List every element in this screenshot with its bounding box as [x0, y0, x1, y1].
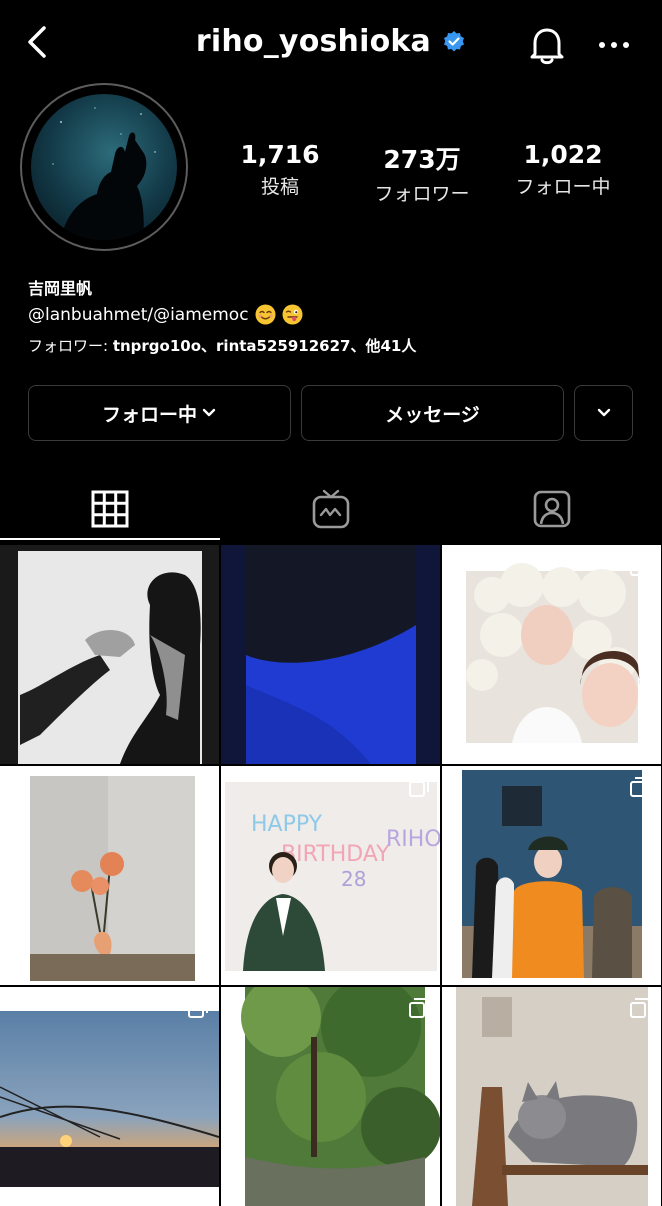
post-thumbnail[interactable] [0, 987, 219, 1206]
bio: @lanbuahmet/@iamemoc [28, 304, 303, 325]
grid-icon [91, 490, 129, 528]
avatar-image [31, 94, 177, 240]
following-stat[interactable]: 1,022 フォロー中 [488, 140, 638, 199]
followers-label: フォロワー [374, 183, 470, 205]
tab-igtv[interactable] [221, 476, 441, 542]
posts-label: 投稿 [260, 176, 299, 198]
tab-tagged[interactable] [442, 476, 662, 542]
post-thumbnail[interactable] [221, 987, 440, 1206]
post-thumbnail[interactable] [442, 545, 661, 764]
post-thumbnail[interactable] [442, 987, 661, 1206]
notification-bell-icon[interactable] [526, 24, 568, 66]
post-thumbnail[interactable] [442, 766, 661, 985]
chevron-down-icon [202, 408, 216, 417]
message-button-label: メッセージ [385, 403, 480, 426]
message-button[interactable]: メッセージ [301, 385, 564, 441]
following-button-label: フォロー中 [101, 403, 197, 426]
suggested-accounts-button[interactable] [574, 385, 633, 441]
followers-count: 273万 [383, 145, 461, 174]
multiple-photos-icon [409, 998, 429, 1018]
tab-posts-grid[interactable] [0, 476, 220, 542]
svg-text:28: 28 [341, 867, 366, 891]
active-tab-indicator [0, 538, 220, 540]
svg-text:BIRTHDAY: BIRTHDAY [281, 842, 390, 867]
username-title: riho_yoshioka [195, 24, 432, 59]
followed-by-names: tnprgo10o、rinta525912627、他41人 [112, 337, 417, 355]
followed-by-prefix: フォロワー: [28, 337, 113, 355]
tagged-icon [533, 490, 571, 528]
winking-tongue-emoji-icon [282, 304, 303, 325]
multiple-photos-icon [630, 998, 650, 1018]
following-button[interactable]: フォロー中 [28, 385, 291, 441]
top-bar: riho_yoshioka [0, 0, 662, 90]
post-thumbnail[interactable]: HAPPY BIRTHDAY RIHO 28 [221, 766, 440, 985]
post-thumbnail[interactable] [0, 545, 219, 764]
multiple-photos-icon [188, 998, 208, 1018]
chevron-down-icon [597, 408, 610, 417]
multiple-photos-icon [630, 556, 650, 576]
multiple-photos-icon [409, 777, 429, 797]
post-thumbnail[interactable] [0, 766, 219, 985]
following-label: フォロー中 [515, 176, 611, 198]
profile-avatar[interactable] [20, 83, 188, 251]
more-options-icon[interactable] [594, 30, 634, 60]
bio-text[interactable]: @lanbuahmet/@iamemoc [28, 305, 249, 325]
following-count: 1,022 [523, 140, 603, 169]
igtv-icon [312, 489, 350, 529]
post-thumbnail[interactable] [221, 545, 440, 764]
display-name: 吉岡里帆 [28, 279, 93, 298]
followers-stat[interactable]: 273万 フォロワー [347, 140, 497, 206]
svg-text:HAPPY: HAPPY [251, 812, 323, 837]
smiling-face-emoji-icon [255, 304, 276, 325]
multiple-photos-icon [630, 777, 650, 797]
profile-tabs [0, 476, 662, 542]
svg-text:RIHO: RIHO [386, 827, 440, 852]
posts-count: 1,716 [240, 140, 320, 169]
followed-by-line[interactable]: フォロワー: tnprgo10o、rinta525912627、他41人 [28, 335, 416, 356]
posts-stat[interactable]: 1,716 投稿 [205, 140, 355, 199]
verified-badge-icon [444, 30, 465, 51]
